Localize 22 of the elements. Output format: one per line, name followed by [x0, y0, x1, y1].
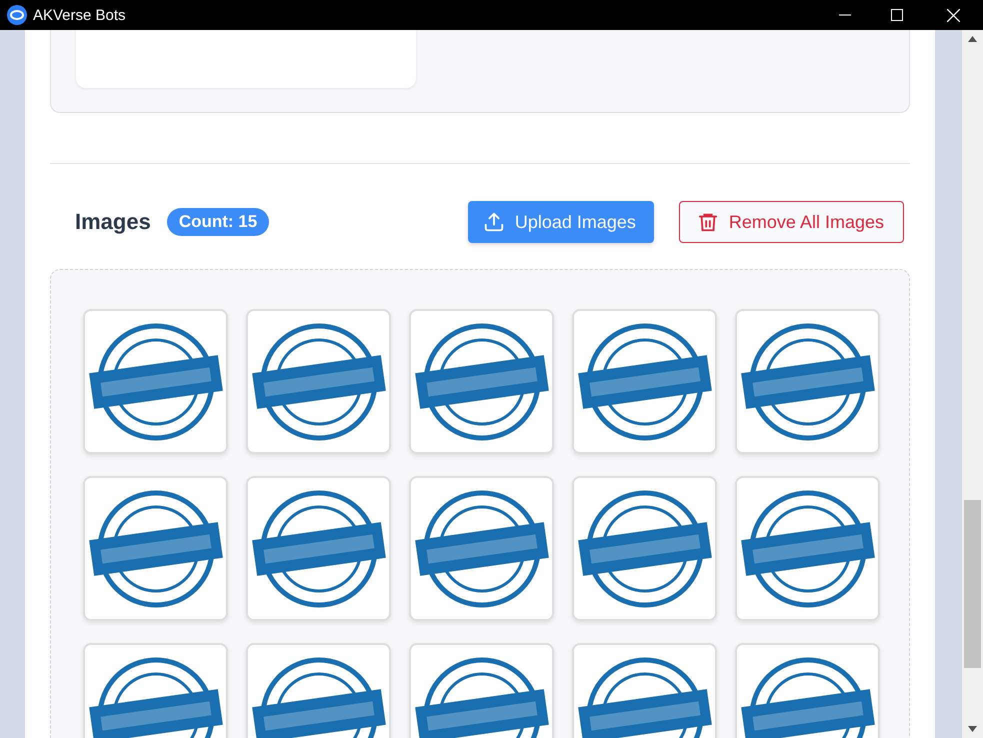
window-title: AKVerse Bots	[33, 6, 127, 24]
image-thumbnail[interactable]	[409, 309, 554, 454]
section-title: Images	[75, 209, 151, 235]
scroll-down-icon[interactable]	[968, 726, 977, 732]
image-thumbnail[interactable]	[83, 476, 228, 621]
app-logo-icon	[7, 5, 27, 25]
image-thumbnail[interactable]	[246, 309, 391, 454]
upload-images-button[interactable]: Upload Images	[468, 201, 654, 243]
image-thumbnail[interactable]	[409, 476, 554, 621]
scrollbar-thumb[interactable]	[964, 500, 981, 668]
count-badge: Count: 15	[166, 208, 270, 236]
image-thumbnail[interactable]	[246, 476, 391, 621]
image-thumbnail[interactable]	[83, 309, 228, 454]
image-thumbnail[interactable]	[572, 309, 717, 454]
scroll-up-icon[interactable]	[968, 36, 977, 42]
close-icon	[946, 8, 960, 22]
image-thumbnail[interactable]	[735, 476, 880, 621]
image-thumbnail[interactable]	[735, 309, 880, 454]
upload-icon	[482, 211, 505, 233]
image-thumbnail[interactable]	[572, 476, 717, 621]
maximize-icon	[891, 9, 903, 21]
remove-all-images-button[interactable]: Remove All Images	[678, 201, 904, 243]
